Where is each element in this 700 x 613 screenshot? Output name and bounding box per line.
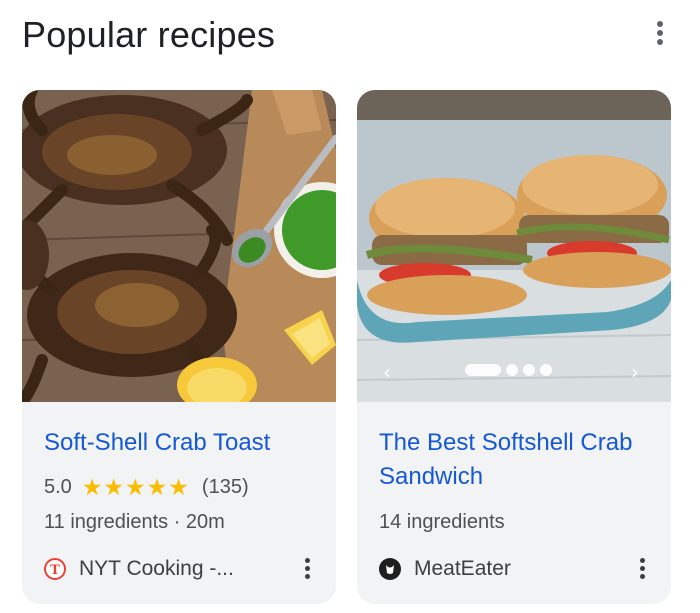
rating-count: (135) — [201, 476, 249, 498]
carousel-dot[interactable] — [523, 364, 535, 376]
recipe-source[interactable]: T NYT Cooking -... — [44, 554, 314, 584]
rating-value: 5.0 — [44, 476, 72, 498]
carousel-indicator — [465, 364, 552, 376]
carousel-next-icon[interactable]: › — [631, 360, 639, 384]
more-vert-icon[interactable] — [635, 556, 649, 584]
recipe-details: 14 ingredients — [379, 511, 505, 533]
recipe-source[interactable]: MeatEater — [379, 554, 649, 584]
rating-row: 5.0 ★★★★★ (135) — [44, 474, 249, 501]
carousel-prev-icon[interactable]: ‹ — [383, 360, 391, 384]
recipe-title[interactable]: Soft-Shell Crab Toast — [44, 426, 322, 460]
carousel-dot[interactable] — [540, 364, 552, 376]
recipe-card[interactable]: Soft-Shell Crab Toast 5.0 ★★★★★ (135) 11… — [22, 90, 336, 604]
more-vert-icon[interactable] — [300, 556, 314, 584]
recipe-image — [22, 90, 336, 402]
recipe-card[interactable]: ‹ › The Best Softshell Crab Sandwich 14 … — [357, 90, 671, 604]
header: Popular recipes — [22, 8, 684, 58]
recipe-title[interactable]: The Best Softshell Crab Sandwich — [379, 426, 657, 494]
meateater-logo-icon — [379, 558, 401, 580]
recipe-image — [357, 90, 671, 402]
carousel-dot[interactable] — [465, 364, 501, 376]
source-name: MeatEater — [414, 557, 511, 580]
recipe-details: 11 ingredients · 20m — [44, 511, 225, 533]
source-name: NYT Cooking -... — [79, 557, 234, 580]
carousel-dot[interactable] — [506, 364, 518, 376]
svg-text:T: T — [50, 563, 60, 576]
section-title: Popular recipes — [22, 14, 276, 55]
star-rating-icon: ★★★★★ — [81, 474, 190, 500]
more-vert-icon[interactable] — [648, 18, 672, 52]
nyt-logo-icon: T — [44, 558, 66, 580]
